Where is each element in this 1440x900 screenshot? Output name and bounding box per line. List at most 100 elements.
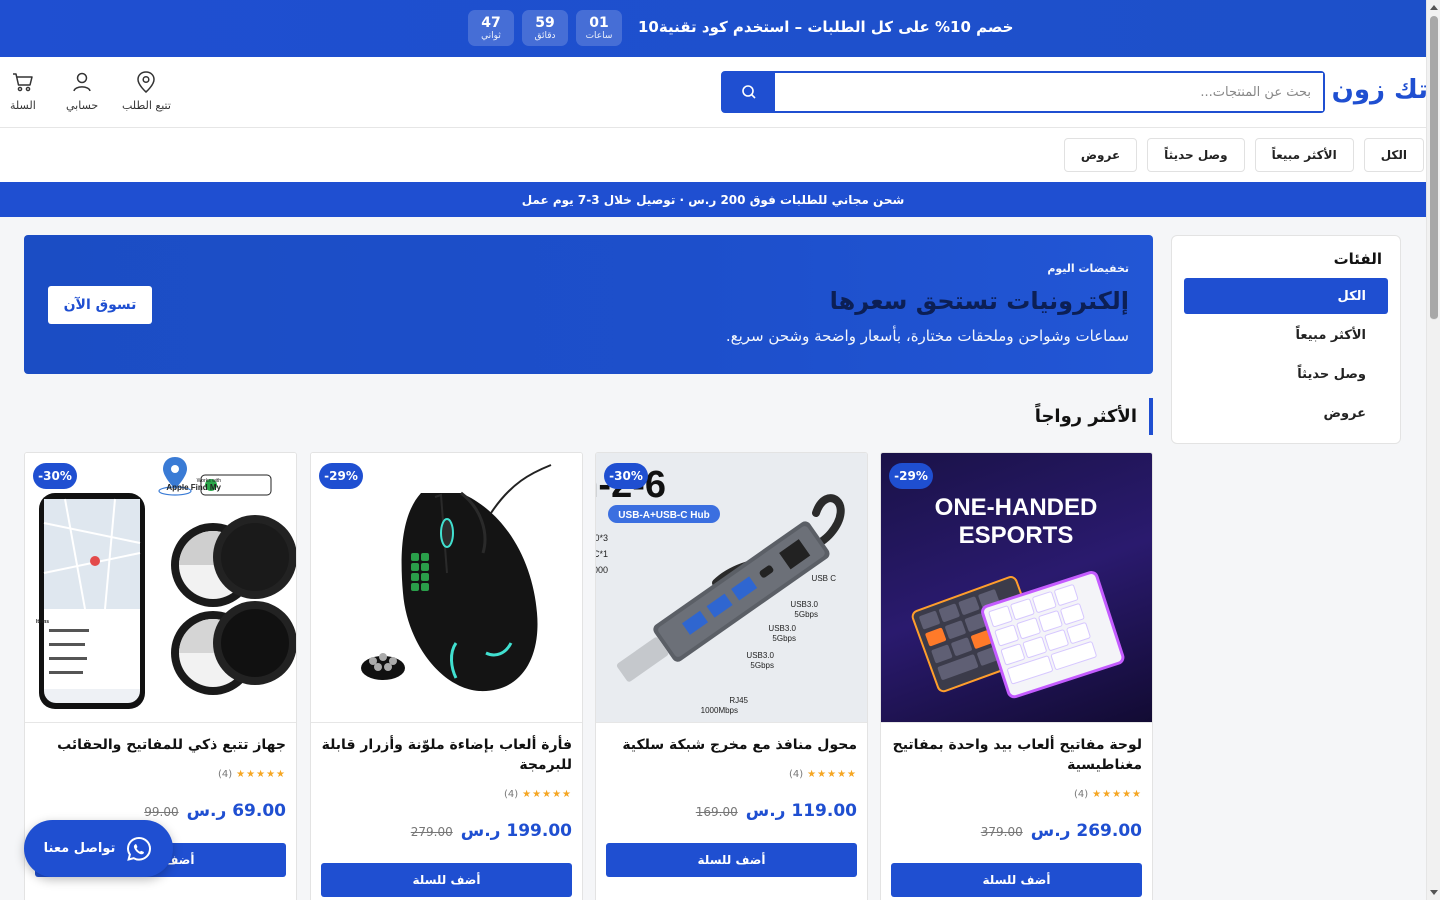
image-text: Apple Find My [166, 483, 221, 492]
image-text: USB3.0 [768, 624, 796, 633]
current-price: 199.00 ر.س [460, 821, 572, 841]
countdown: 01 ساعات 59 دقائق 47 ثواني [468, 10, 622, 46]
scrollbar-thumb[interactable] [1430, 16, 1438, 320]
discount-badge: -29% [319, 463, 363, 489]
image-text: USB3.0 [790, 600, 818, 609]
image-text: USB3.0*3 [596, 533, 608, 543]
product-image[interactable]: -29% [311, 453, 582, 723]
image-text: 5Gbps [794, 610, 818, 619]
tab-all[interactable]: الكل [1363, 138, 1424, 172]
page: خصم 10% على كل الطلبات – استخدم كود تقني… [0, 0, 1426, 900]
search-bar [721, 71, 1325, 113]
current-price: 119.00 ر.س [745, 801, 857, 821]
old-price: 169.00 [695, 805, 738, 819]
product-name[interactable]: لوحة مفاتيح ألعاب بيد واحدة بمفاتيح مغنا… [891, 735, 1142, 775]
product-card[interactable]: -29% فأرة ألعاب بإضاءة ملوّنة وأزرار قاب… [310, 452, 583, 900]
account-label: حسابي [66, 99, 99, 112]
cart-link[interactable]: السلة [10, 71, 36, 112]
product-card[interactable]: 6-in-2 USB-A+USB-C Hub USB3.0*3 USB-C*1 … [595, 452, 868, 900]
product-grid: ONE-HANDED ESPORTS -29% لوحة مفاتيح ألعا… [24, 452, 1153, 900]
section-title: الأكثر رواجاً [900, 398, 1153, 435]
image-text: USB3.0 [746, 651, 774, 660]
search-button[interactable] [723, 73, 775, 111]
tab-best-sellers[interactable]: الأكثر مبيعاً [1254, 138, 1354, 172]
hero-title: إلكترونيات تستحق سعرها [829, 287, 1129, 315]
product-image[interactable]: ONE-HANDED ESPORTS -29% [881, 453, 1152, 723]
product-image[interactable]: Works with Apple Find My Items -30% [25, 453, 296, 723]
keyboard-image: ONE-HANDED ESPORTS [911, 494, 1125, 699]
search-icon [742, 85, 756, 99]
star-rating-icon: ★★★★★ [522, 789, 572, 800]
sidebar-item-new-arrivals[interactable]: وصل حديثاً [1184, 356, 1388, 392]
rating-count: (4) [1073, 789, 1089, 800]
product-rating: ★★★★★ (4) [1074, 789, 1142, 800]
image-text: USB C [812, 574, 837, 583]
product-image[interactable]: 6-in-2 USB-A+USB-C Hub USB3.0*3 USB-C*1 … [596, 453, 867, 723]
rating-count: (4) [217, 769, 233, 780]
current-price: 69.00 ر.س [186, 801, 286, 821]
image-text: RJ45 [729, 696, 748, 705]
rating-count: (4) [788, 769, 804, 780]
user-icon [73, 72, 91, 92]
add-to-cart-button[interactable]: أضف للسلة [606, 843, 857, 877]
current-price: 269.00 ر.س [1030, 821, 1142, 841]
product-price: 69.00 ر.س 99.00 [144, 801, 286, 821]
countdown-seconds-label: ثواني [481, 30, 501, 41]
shop-now-button[interactable]: تسوق الآن [48, 286, 152, 324]
product-name[interactable]: فأرة ألعاب بإضاءة ملوّنة وأزرار قابلة لل… [321, 735, 572, 775]
star-rating-icon: ★★★★★ [1092, 789, 1142, 800]
add-to-cart-button[interactable]: أضف للسلة [321, 863, 572, 897]
image-text: 1000Mbps [701, 706, 738, 715]
countdown-hours-label: ساعات [585, 30, 613, 41]
cart-icon [12, 73, 33, 92]
old-price: 379.00 [980, 825, 1023, 839]
product-price: 119.00 ر.س 169.00 [696, 801, 857, 821]
rating-count: (4) [503, 789, 519, 800]
image-text: ESPORTS [959, 522, 1074, 549]
whatsapp-contact-button[interactable]: تواصل معنا [24, 820, 173, 877]
search-input[interactable] [775, 73, 1323, 111]
image-text: USB-A+USB-C Hub [618, 510, 709, 521]
hero-subtitle: سماعات وشواحن وملحقات مختارة، بأسعار واض… [725, 327, 1129, 345]
image-text: USB-C*1 [596, 549, 608, 559]
discount-badge: -30% [604, 463, 648, 489]
tab-offers[interactable]: عروض [1063, 138, 1138, 172]
site-header: تك زون تتبع الطلب حسابي السلة [0, 57, 1426, 128]
whatsapp-icon [127, 836, 152, 861]
account-link[interactable]: حسابي [66, 71, 98, 112]
scroll-down-arrow-icon[interactable] [1430, 890, 1438, 895]
image-text: 5Gbps [772, 634, 796, 643]
scroll-up-arrow-icon[interactable] [1430, 5, 1438, 10]
whatsapp-label: تواصل معنا [43, 841, 116, 856]
product-rating: ★★★★★ (4) [504, 789, 572, 800]
product-card[interactable]: ONE-HANDED ESPORTS -29% لوحة مفاتيح ألعا… [880, 452, 1153, 900]
image-text: 1000 Mbps*1 [596, 565, 608, 575]
vertical-scrollbar[interactable] [1426, 0, 1440, 900]
product-name[interactable]: محول منافذ مع مخرج شبكة سلكية [606, 735, 857, 755]
gaming-mouse-image [361, 464, 552, 692]
product-name[interactable]: جهاز تتبع ذكي للمفاتيح والحقائب [35, 735, 286, 755]
sidebar-item-best-sellers[interactable]: الأكثر مبيعاً [1184, 317, 1388, 353]
tab-new-arrivals[interactable]: وصل حديثاً [1147, 138, 1245, 172]
cart-label: السلة [10, 99, 36, 112]
countdown-seconds-value: 47 [481, 14, 501, 31]
countdown-minutes-value: 59 [535, 14, 555, 31]
star-rating-icon: ★★★★★ [236, 769, 286, 780]
sidebar-item-offers[interactable]: عروض [1184, 395, 1388, 431]
site-logo[interactable]: تك زون [1332, 75, 1426, 105]
usb-hub-image: 6-in-2 USB-A+USB-C Hub USB3.0*3 USB-C*1 … [596, 464, 845, 715]
category-tabs: الكل الأكثر مبيعاً وصل حديثاً عروض [0, 128, 1426, 182]
sidebar-title: الفئات [1333, 250, 1382, 268]
countdown-hours: 01 ساعات [576, 10, 622, 46]
track-order-link[interactable]: تتبع الطلب [122, 71, 171, 112]
hero-banner: تخفيضات اليوم إلكترونيات تستحق سعرها سما… [24, 235, 1153, 374]
track-order-label: تتبع الطلب [122, 99, 171, 112]
product-rating: ★★★★★ (4) [218, 769, 286, 780]
shipping-banner: شحن مجاني للطلبات فوق 200 ر.س · توصيل خل… [0, 182, 1426, 217]
add-to-cart-button[interactable]: أضف للسلة [891, 863, 1142, 897]
star-rating-icon: ★★★★★ [807, 769, 857, 780]
sidebar-item-all[interactable]: الكل [1184, 278, 1388, 314]
promo-bar: خصم 10% على كل الطلبات – استخدم كود تقني… [0, 0, 1426, 57]
countdown-seconds: 47 ثواني [468, 10, 514, 46]
product-price: 199.00 ر.س 279.00 [411, 821, 572, 841]
